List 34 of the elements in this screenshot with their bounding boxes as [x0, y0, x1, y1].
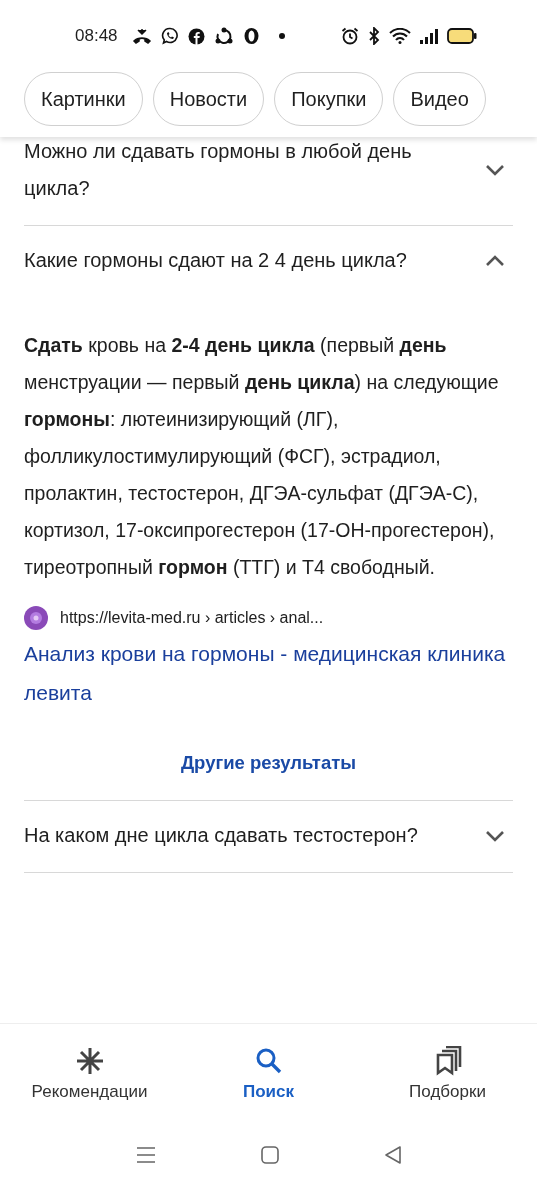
filter-chip[interactable]: Новости	[152, 72, 265, 126]
question-text[interactable]: На каком дне цикла сдавать тестостерон?	[24, 817, 418, 854]
more-results-link[interactable]: Другие результаты	[180, 752, 357, 774]
result-title-link[interactable]: Анализ крови на гормоны - медицинская клиника левита	[24, 634, 513, 712]
alarm-icon	[341, 27, 359, 45]
signal-icon	[420, 28, 438, 44]
facebook-icon	[187, 27, 205, 45]
site-favicon-icon	[24, 606, 48, 630]
menu-icon[interactable]	[135, 1146, 156, 1164]
opera-icon	[242, 27, 260, 45]
home-square-icon[interactable]	[260, 1146, 279, 1164]
bluetooth-icon	[368, 27, 380, 45]
sync-icon	[213, 27, 234, 45]
source-url[interactable]: https://levita-med.ru › articles › anal...	[60, 609, 324, 627]
battery-icon	[447, 28, 477, 44]
filter-chip[interactable]: Картинки	[24, 72, 143, 126]
collapse-icon[interactable]	[485, 254, 505, 267]
answer-paragraph: Сдать кровь на 2-4 день цикла (первый день менструации — первый день цикла) на следующие гормоны: лютеинизирующий (ЛГ), фолликулостимулирующий (ФСГ), эстрадиол, пролактин, тестостерон, ДГЭА-сульфат (ДГЭА-С), кортизол, 17-оксипрогестерон (17-ОН-прогестерон), тиреотропный гормон (ТТГ) и Т4 свободный.	[24, 333, 500, 580]
phone-chat-icon	[160, 27, 179, 45]
nav-tab[interactable]: Рекомендации	[4, 1045, 175, 1103]
notification-dot-icon	[278, 33, 285, 39]
wifi-icon	[389, 28, 411, 44]
expand-icon[interactable]	[485, 829, 505, 842]
filter-chip[interactable]: Покупки	[274, 72, 384, 126]
status-time: 08:48	[75, 26, 118, 46]
back-icon[interactable]	[383, 1146, 402, 1164]
asterisk-icon	[74, 1046, 105, 1076]
missed-call-icon	[131, 28, 152, 44]
nav-tab[interactable]: Подборки	[362, 1045, 533, 1103]
filter-chip[interactable]: Видео	[393, 72, 486, 126]
question-text[interactable]: Какие гормоны сдают на 2 4 день цикла?	[24, 242, 407, 279]
nav-tab[interactable]: Поиск	[183, 1045, 354, 1103]
expand-icon[interactable]	[485, 164, 505, 176]
question-text[interactable]: Можно ли сдавать гормоны в любой день цикла?	[24, 137, 434, 207]
